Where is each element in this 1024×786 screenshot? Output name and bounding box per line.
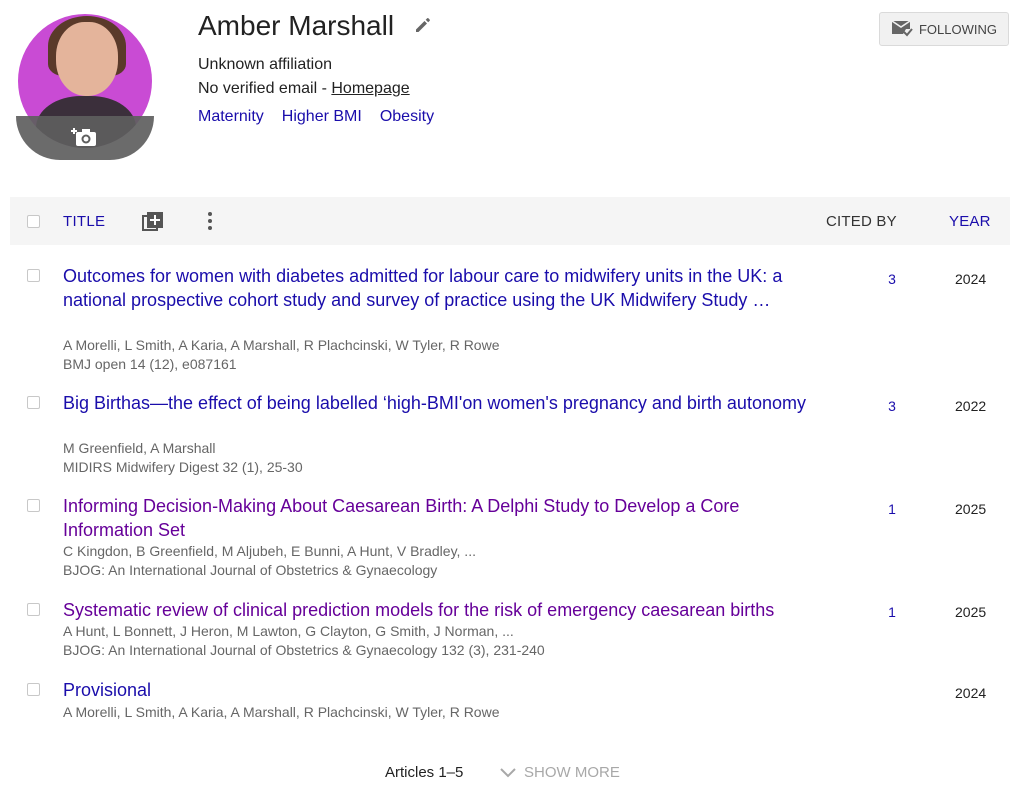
interest-maternity[interactable]: Maternity <box>198 108 264 126</box>
camera-icon[interactable] <box>70 126 98 148</box>
email-status: No verified email - <box>198 80 332 97</box>
show-more-button[interactable]: SHOW MORE <box>500 764 620 781</box>
follow-button[interactable]: FOLLOWING <box>879 12 1009 46</box>
article-year: 2024 <box>955 685 987 701</box>
cited-by-count[interactable]: 1 <box>880 501 904 517</box>
article-title[interactable]: Provisional <box>63 678 815 702</box>
cited-by-count[interactable]: 3 <box>880 271 904 287</box>
cited-by-count[interactable]: 1 <box>880 604 904 620</box>
cited-by-count[interactable]: 3 <box>880 398 904 414</box>
article-venue: MIDIRS Midwifery Digest 32 (1), 25-30 <box>63 459 303 475</box>
profile-photo[interactable] <box>16 14 156 160</box>
row-checkbox[interactable] <box>27 603 40 616</box>
interest-obesity[interactable]: Obesity <box>380 108 434 126</box>
article-year: 2024 <box>955 271 987 287</box>
article-venue: BMJ open 14 (12), e087161 <box>63 356 237 372</box>
edit-icon[interactable] <box>414 16 432 34</box>
article-authors: A Morelli, L Smith, A Karia, A Marshall,… <box>63 337 500 353</box>
article-title[interactable]: Informing Decision-Making About Caesarea… <box>63 494 815 542</box>
homepage-link[interactable]: Homepage <box>331 80 409 97</box>
row-checkbox[interactable] <box>27 683 40 696</box>
article-venue: BJOG: An International Journal of Obstet… <box>63 642 545 658</box>
show-more-label: SHOW MORE <box>524 764 620 781</box>
pagination-footer: Articles 1–5 SHOW MORE <box>0 764 1024 784</box>
cited-by-header[interactable]: CITED BY <box>826 213 897 230</box>
row-checkbox[interactable] <box>27 269 40 282</box>
mail-check-icon <box>891 20 913 37</box>
research-interests: Maternity Higher BMI Obesity <box>198 108 434 126</box>
article-authors: A Morelli, L Smith, A Karia, A Marshall,… <box>63 704 500 720</box>
article-title[interactable]: Systematic review of clinical prediction… <box>63 598 843 622</box>
article-authors: A Hunt, L Bonnett, J Heron, M Lawton, G … <box>63 623 514 639</box>
interest-higher-bmi[interactable]: Higher BMI <box>282 108 362 126</box>
article-authors: C Kingdon, B Greenfield, M Aljubeh, E Bu… <box>63 543 476 559</box>
select-all-checkbox[interactable] <box>27 215 40 228</box>
add-box-icon[interactable] <box>142 211 164 233</box>
sort-by-year[interactable]: YEAR <box>949 213 991 230</box>
article-year: 2025 <box>955 604 987 620</box>
follow-label: FOLLOWING <box>918 21 997 37</box>
articles-range: Articles 1–5 <box>385 764 464 781</box>
article-venue: BJOG: An International Journal of Obstet… <box>63 562 438 578</box>
article-title[interactable]: Outcomes for women with diabetes admitte… <box>63 264 815 312</box>
article-year: 2022 <box>955 398 987 414</box>
sort-by-title[interactable]: TITLE <box>63 213 105 230</box>
article-authors: M Greenfield, A Marshall <box>63 440 216 456</box>
more-vert-icon[interactable] <box>204 210 216 232</box>
row-checkbox[interactable] <box>27 499 40 512</box>
article-title[interactable]: Big Birthas—the effect of being labelled… <box>63 391 815 415</box>
article-year: 2025 <box>955 501 987 517</box>
email-line: No verified email - Homepage <box>198 80 410 98</box>
chevron-down-icon <box>500 767 516 777</box>
row-checkbox[interactable] <box>27 396 40 409</box>
profile-name: Amber Marshall <box>198 10 395 41</box>
table-header: TITLE CITED BY YEAR <box>10 197 1010 245</box>
affiliation: Unknown affiliation <box>198 56 333 73</box>
